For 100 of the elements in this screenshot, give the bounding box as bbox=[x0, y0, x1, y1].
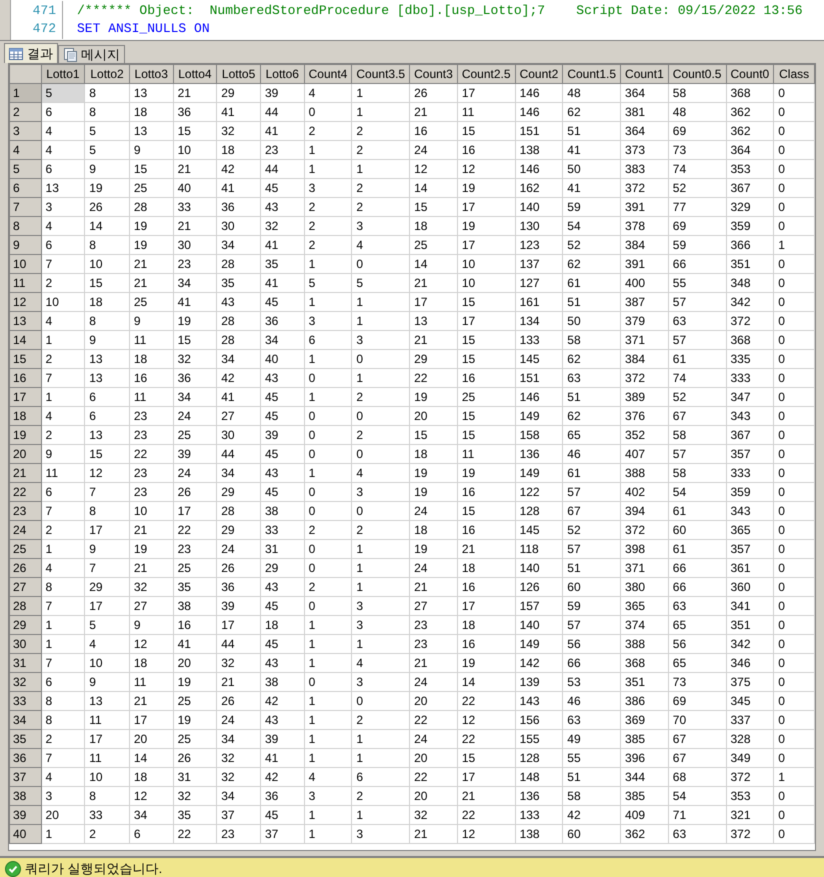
table-cell: 8 bbox=[41, 710, 85, 730]
table-cell: 19 bbox=[457, 654, 516, 672]
row-header[interactable]: 29 bbox=[10, 616, 42, 634]
column-header[interactable]: Lotto1 bbox=[41, 64, 85, 84]
table-cell: 46 bbox=[562, 444, 621, 464]
table-cell: 15 bbox=[457, 292, 516, 312]
table-cell: 12 bbox=[457, 710, 516, 730]
table-cell: 347 bbox=[726, 388, 774, 406]
column-header[interactable]: Count2.5 bbox=[457, 64, 516, 84]
row-header[interactable]: 6 bbox=[10, 178, 42, 198]
row-header[interactable]: 1 bbox=[10, 84, 42, 102]
results-tab[interactable]: 결과 bbox=[4, 43, 58, 63]
row-header[interactable]: 16 bbox=[10, 368, 42, 388]
row-header[interactable]: 7 bbox=[10, 198, 42, 216]
column-header[interactable]: Lotto3 bbox=[129, 64, 174, 84]
row-header[interactable]: 20 bbox=[10, 444, 42, 464]
column-header[interactable]: Count3.5 bbox=[352, 64, 410, 84]
table-cell: 21 bbox=[410, 654, 458, 672]
row-header[interactable]: 34 bbox=[10, 710, 42, 730]
row-header[interactable]: 9 bbox=[10, 236, 42, 254]
column-header[interactable]: Count2 bbox=[515, 64, 563, 84]
row-header[interactable]: 11 bbox=[10, 274, 42, 292]
table-cell: 2 bbox=[352, 178, 410, 198]
row-header[interactable]: 39 bbox=[10, 806, 42, 824]
column-header[interactable]: Class bbox=[774, 64, 814, 84]
table-cell: 146 bbox=[515, 160, 563, 178]
row-header[interactable]: 4 bbox=[10, 140, 42, 160]
row-header[interactable]: 25 bbox=[10, 540, 42, 558]
row-header[interactable]: 13 bbox=[10, 312, 42, 330]
table-cell: 0 bbox=[774, 406, 814, 426]
row-header[interactable]: 19 bbox=[10, 426, 42, 444]
table-cell: 37 bbox=[216, 806, 260, 824]
table-cell: 0 bbox=[774, 654, 814, 672]
table-cell: 1 bbox=[352, 368, 410, 388]
table-cell: 73 bbox=[668, 140, 726, 160]
row-header[interactable]: 33 bbox=[10, 692, 42, 710]
row-header[interactable]: 21 bbox=[10, 464, 42, 482]
table-cell: 18 bbox=[457, 558, 516, 578]
table-cell: 6 bbox=[41, 236, 85, 254]
table-cell: 14 bbox=[457, 672, 516, 692]
table-cell: 148 bbox=[515, 768, 563, 786]
row-header[interactable]: 22 bbox=[10, 482, 42, 502]
row-header[interactable]: 32 bbox=[10, 672, 42, 692]
line-number: 472 bbox=[11, 19, 63, 39]
column-header[interactable]: Count1.5 bbox=[562, 64, 621, 84]
row-header[interactable]: 2 bbox=[10, 102, 42, 122]
table-cell: 23 bbox=[129, 464, 174, 482]
row-header[interactable]: 26 bbox=[10, 558, 42, 578]
row-header[interactable]: 37 bbox=[10, 768, 42, 786]
table-cell: 77 bbox=[668, 198, 726, 216]
column-header[interactable]: Count0.5 bbox=[668, 64, 726, 84]
row-header[interactable]: 10 bbox=[10, 254, 42, 274]
row-header[interactable]: 3 bbox=[10, 122, 42, 140]
row-header[interactable]: 15 bbox=[10, 350, 42, 368]
row-header[interactable]: 5 bbox=[10, 160, 42, 178]
table-cell: 3 bbox=[304, 786, 352, 806]
row-header[interactable]: 23 bbox=[10, 502, 42, 520]
row-header[interactable]: 27 bbox=[10, 578, 42, 596]
table-cell: 18 bbox=[410, 444, 458, 464]
table-cell: 43 bbox=[260, 368, 304, 388]
row-header[interactable]: 24 bbox=[10, 520, 42, 540]
table-cell: 38 bbox=[260, 502, 304, 520]
table-cell: 364 bbox=[726, 140, 774, 160]
results-tab[interactable]: 메시지 bbox=[58, 45, 125, 63]
table-cell: 394 bbox=[620, 502, 668, 520]
row-header[interactable]: 38 bbox=[10, 786, 42, 806]
row-header[interactable]: 35 bbox=[10, 730, 42, 748]
table-cell: 7 bbox=[41, 254, 85, 274]
row-header[interactable]: 31 bbox=[10, 654, 42, 672]
table-cell: 13 bbox=[84, 350, 130, 368]
table-cell: 35 bbox=[260, 254, 304, 274]
row-header[interactable]: 8 bbox=[10, 216, 42, 236]
column-header[interactable]: Count4 bbox=[304, 64, 352, 84]
row-header[interactable]: 14 bbox=[10, 330, 42, 350]
table-cell: 56 bbox=[562, 634, 621, 654]
column-header[interactable]: Count1 bbox=[620, 64, 668, 84]
table-cell: 10 bbox=[457, 274, 516, 292]
column-header[interactable]: Count3 bbox=[410, 64, 458, 84]
table-cell: 2 bbox=[352, 710, 410, 730]
table-cell: 17 bbox=[457, 312, 516, 330]
row-header[interactable]: 28 bbox=[10, 596, 42, 616]
table-cell: 386 bbox=[620, 692, 668, 710]
column-header[interactable]: Lotto5 bbox=[216, 64, 260, 84]
row-header[interactable]: 40 bbox=[10, 824, 42, 844]
row-header[interactable]: 12 bbox=[10, 292, 42, 312]
table-cell: 63 bbox=[668, 596, 726, 616]
column-header[interactable]: Lotto2 bbox=[84, 64, 130, 84]
column-header[interactable]: Count0 bbox=[726, 64, 774, 84]
column-header[interactable]: Lotto6 bbox=[260, 64, 304, 84]
row-header[interactable]: 17 bbox=[10, 388, 42, 406]
table-cell: 1 bbox=[304, 806, 352, 824]
table-cell: 51 bbox=[562, 122, 621, 140]
row-header[interactable]: 30 bbox=[10, 634, 42, 654]
table-cell: 38 bbox=[260, 672, 304, 692]
row-header[interactable]: 36 bbox=[10, 748, 42, 768]
column-header[interactable]: Lotto4 bbox=[173, 64, 217, 84]
table-cell: 2 bbox=[352, 140, 410, 160]
row-header[interactable]: 18 bbox=[10, 406, 42, 426]
table-cell: 4 bbox=[41, 768, 85, 786]
table-cell: 157 bbox=[515, 596, 563, 616]
